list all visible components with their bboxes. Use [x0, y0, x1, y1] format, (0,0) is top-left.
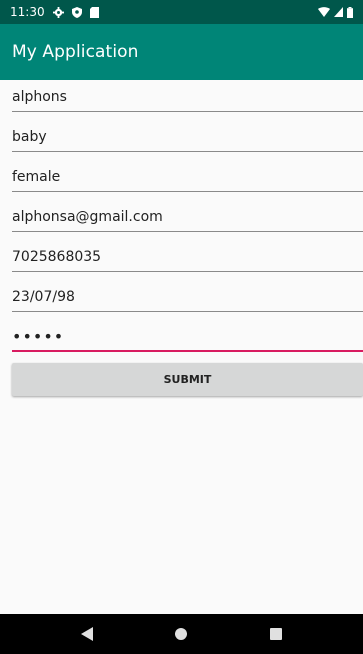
phone-field[interactable]: 7025868035: [12, 240, 363, 272]
dob-value: 23/07/98: [12, 289, 75, 305]
email-field[interactable]: alphonsa@gmail.com: [12, 200, 363, 232]
submit-button[interactable]: SUBMIT: [12, 363, 363, 396]
last-name-value: baby: [12, 129, 47, 145]
status-time: 11:30: [10, 5, 45, 19]
last-name-field[interactable]: baby: [12, 120, 363, 152]
sd-card-icon: [89, 6, 99, 18]
gender-value: female: [12, 169, 61, 185]
app-bar: My Application: [0, 24, 363, 80]
first-name-value: alphons: [12, 89, 67, 105]
status-bar-left: 11:30: [10, 5, 99, 19]
recents-icon[interactable]: [256, 614, 296, 654]
status-bar: 11:30: [0, 0, 363, 24]
battery-icon: [347, 6, 353, 18]
app-title: My Application: [12, 42, 139, 62]
navigation-bar: [0, 614, 363, 654]
password-field[interactable]: •••••: [12, 320, 363, 352]
home-icon[interactable]: [161, 614, 201, 654]
wifi-icon: [318, 7, 330, 17]
phone-value: 7025868035: [12, 249, 102, 265]
gender-field[interactable]: female: [12, 160, 363, 192]
signal-icon: [334, 7, 343, 17]
password-value: •••••: [12, 327, 65, 346]
first-name-field[interactable]: alphons: [12, 80, 363, 112]
back-icon[interactable]: [67, 614, 107, 654]
email-value: alphonsa@gmail.com: [12, 209, 163, 225]
status-bar-right: [318, 6, 353, 18]
shield-icon: [71, 6, 82, 18]
gear-icon: [52, 6, 64, 18]
dob-field[interactable]: 23/07/98: [12, 280, 363, 312]
